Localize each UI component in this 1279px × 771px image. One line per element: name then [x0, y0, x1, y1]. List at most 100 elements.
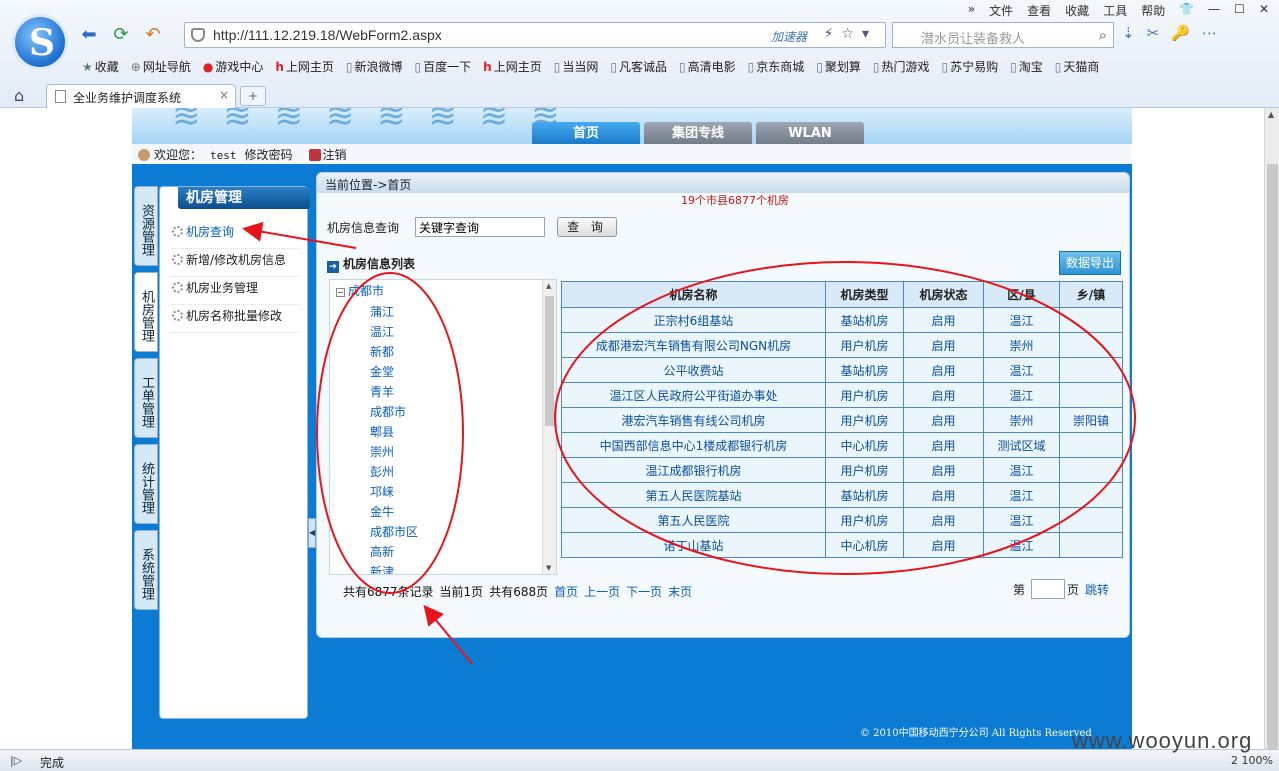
cell-room-name[interactable]: 港宏汽车销售有线公司机房 — [561, 407, 826, 433]
tree-node[interactable]: 金牛 — [370, 502, 418, 522]
accelerator-label[interactable]: 加速器 — [771, 28, 807, 45]
menu-room-edit[interactable]: 新增/修改机房信息 — [172, 249, 300, 277]
fav-item[interactable]: ▯ 聚划算 — [810, 56, 867, 77]
fav-item[interactable]: ▯ 淘宝 — [1004, 56, 1049, 77]
pager-last[interactable]: 末页 — [668, 585, 692, 599]
nav-tab-wlan[interactable]: WLAN — [756, 122, 864, 146]
toolbar-extensions[interactable]: ⇣✂🔑⋯ — [1122, 24, 1229, 42]
keyword-input[interactable] — [415, 217, 546, 237]
table-row[interactable]: 成都港宏汽车销售有限公司NGN机房 用户机房 启用 崇州 — [561, 332, 1123, 358]
minimize-icon[interactable]: — — [1208, 2, 1220, 19]
close-tab-icon[interactable]: × — [219, 88, 229, 102]
page-scrollbar[interactable]: ▲ — [1264, 108, 1279, 749]
fav-item[interactable]: ★ 收藏 — [76, 56, 125, 77]
tree-node[interactable]: 彭州 — [370, 462, 418, 482]
fav-item[interactable]: ▯ 当当网 — [548, 56, 605, 77]
tree-scroll-thumb[interactable] — [545, 296, 554, 426]
collapse-tree-icon[interactable]: − — [336, 288, 345, 297]
cell-room-name[interactable]: 公平收费站 — [561, 357, 826, 383]
menu-file[interactable]: 文件 — [989, 2, 1013, 19]
side-tab-machine-room[interactable]: 机房管理 — [134, 272, 158, 352]
side-tab-work-order[interactable]: 工单管理 — [134, 358, 158, 438]
menu-favorites[interactable]: 收藏 — [1065, 2, 1089, 19]
undo-icon[interactable]: ↶ — [142, 24, 164, 46]
table-row[interactable]: 正宗村6组基站 基站机房 启用 温江 — [561, 307, 1123, 333]
fav-item[interactable]: ▯ 苏宁易购 — [935, 56, 1004, 77]
pager-next[interactable]: 下一页 — [626, 585, 662, 599]
fav-item[interactable]: ▯ 天猫商 — [1049, 56, 1106, 77]
fav-item[interactable]: ▯ 京东商城 — [742, 56, 811, 77]
maximize-icon[interactable]: ☐ — [1234, 2, 1245, 19]
scroll-down-icon[interactable]: ▼ — [546, 564, 551, 572]
new-tab-button[interactable]: + — [240, 86, 266, 106]
browser-logo[interactable]: S — [12, 14, 68, 70]
search-icon[interactable]: ⌕ — [1099, 26, 1107, 44]
jump-link[interactable]: 跳转 — [1085, 581, 1109, 598]
address-bar[interactable]: http://111.12.219.18/WebForm2.aspx 加速器 ⚡… — [184, 22, 886, 48]
table-row[interactable]: 港宏汽车销售有线公司机房 用户机房 启用 崇州 崇阳镇 — [561, 407, 1123, 433]
cell-room-name[interactable]: 正宗村6组基站 — [561, 307, 826, 333]
table-row[interactable]: 诺丁山基站 中心机房 启用 温江 — [561, 532, 1123, 558]
fav-item[interactable]: ▯ 新浪微博 — [340, 56, 409, 77]
table-row[interactable]: 中国西部信息中心1楼成都银行机房 中心机房 启用 测试区域 — [561, 432, 1123, 458]
cell-room-name[interactable]: 温江区人民政府公平街道办事处 — [561, 382, 826, 408]
tree-node[interactable]: 崇州 — [370, 442, 418, 462]
fav-item[interactable]: ▯ 凡客诚品 — [604, 56, 673, 77]
scroll-up-icon[interactable]: ▲ — [546, 282, 551, 290]
scroll-up-icon[interactable]: ▲ — [1268, 110, 1274, 119]
fav-item[interactable]: ▯ 百度一下 — [409, 56, 478, 77]
nav-tab-group-line[interactable]: 集团专线 — [644, 122, 752, 146]
menu-help[interactable]: 帮助 — [1141, 2, 1165, 19]
tree-node[interactable]: 金堂 — [370, 362, 418, 382]
search-box[interactable]: 潜水员让装备救人 ⌕ — [892, 22, 1114, 48]
logout-link[interactable]: 注销 — [323, 148, 347, 162]
tree-scrollbar[interactable]: ▲ ▼ — [542, 280, 556, 574]
tree-node[interactable]: 蒲江 — [370, 302, 418, 322]
back-icon[interactable]: ⬅ — [78, 24, 100, 46]
fav-item[interactable]: ▯ 热门游戏 — [867, 56, 936, 77]
tree-root[interactable]: − 成都市 — [336, 282, 384, 299]
menu-view[interactable]: 查看 — [1027, 2, 1051, 19]
menu-room-batch-rename[interactable]: 机房名称批量修改 — [172, 305, 300, 333]
address-tools[interactable]: ⚡☆▾ — [824, 26, 877, 42]
menu-room-query[interactable]: 机房查询 — [172, 221, 300, 249]
fav-item[interactable]: h 上网主页 — [269, 56, 340, 77]
status-zoom[interactable]: 2 100% — [1231, 754, 1273, 767]
menu-overflow[interactable]: » — [968, 2, 975, 19]
pager-prev[interactable]: 上一页 — [584, 585, 620, 599]
table-row[interactable]: 温江区人民政府公平街道办事处 用户机房 启用 温江 — [561, 382, 1123, 408]
cell-room-name[interactable]: 第五人民医院 — [561, 507, 826, 533]
fav-item[interactable]: ▯ 高清电影 — [673, 56, 742, 77]
collapse-panel-handle[interactable]: ◀ — [308, 518, 316, 548]
menu-room-business[interactable]: 机房业务管理 — [172, 277, 300, 305]
refresh-icon[interactable]: ⟳ — [110, 24, 132, 46]
menu-tools[interactable]: 工具 — [1103, 2, 1127, 19]
side-tab-system[interactable]: 系统管理 — [134, 530, 158, 610]
fav-item[interactable]: h 上网主页 — [477, 56, 548, 77]
tree-node[interactable]: 青羊 — [370, 382, 418, 402]
table-row[interactable]: 公平收费站 基站机房 启用 温江 — [561, 357, 1123, 383]
tree-node[interactable]: 邛崃 — [370, 482, 418, 502]
fav-item[interactable]: ● 游戏中心 — [197, 56, 270, 77]
cell-room-name[interactable]: 温江成都银行机房 — [561, 457, 826, 483]
home-icon[interactable]: ⌂ — [14, 86, 24, 105]
tree-node[interactable]: 新津 — [370, 562, 418, 574]
side-tab-resource[interactable]: 资源管理 — [134, 186, 158, 266]
tree-node[interactable]: 温江 — [370, 322, 418, 342]
cell-room-name[interactable]: 第五人民医院基站 — [561, 482, 826, 508]
close-window-icon[interactable]: ✕ — [1259, 2, 1269, 19]
tree-node[interactable]: 新都 — [370, 342, 418, 362]
pager-first[interactable]: 首页 — [554, 585, 578, 599]
query-button[interactable]: 查 询 — [557, 217, 618, 237]
nav-tab-home[interactable]: 首页 — [532, 122, 640, 146]
change-password-link[interactable]: 修改密码 — [245, 148, 293, 162]
table-row[interactable]: 第五人民医院基站 基站机房 启用 温江 — [561, 482, 1123, 508]
page-number-input[interactable] — [1031, 579, 1066, 599]
tree-node[interactable]: 高新 — [370, 542, 418, 562]
browser-tab[interactable]: 全业务维护调度系统 × — [46, 84, 236, 108]
table-row[interactable]: 第五人民医院 用户机房 启用 温江 — [561, 507, 1123, 533]
panel-toggle-icon[interactable]: |▷ — [10, 754, 22, 767]
table-row[interactable]: 温江成都银行机房 用户机房 启用 温江 — [561, 457, 1123, 483]
side-tab-statistics[interactable]: 统计管理 — [134, 444, 158, 524]
export-data-button[interactable]: 数据导出 — [1059, 251, 1121, 275]
